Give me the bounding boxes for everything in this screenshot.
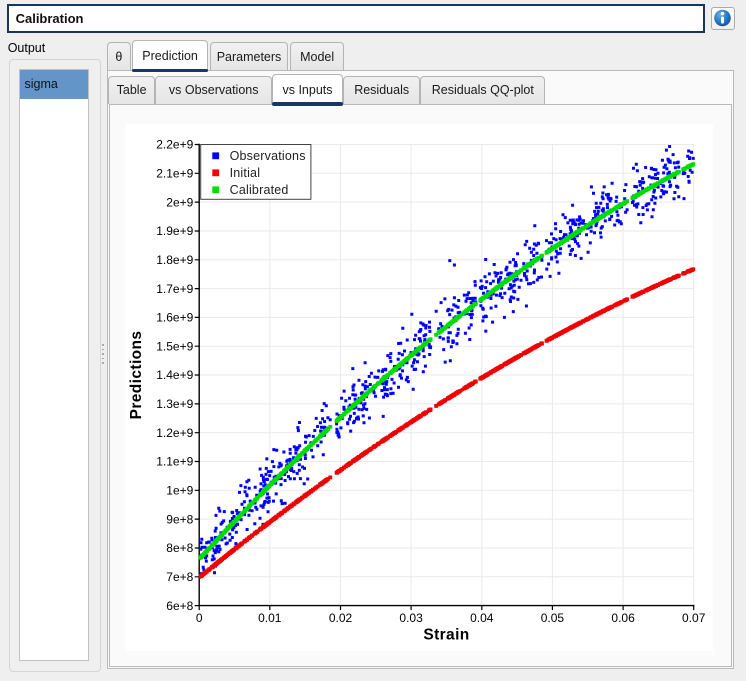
svg-text:1.1e+9: 1.1e+9 <box>156 454 193 468</box>
svg-text:1.3e+9: 1.3e+9 <box>156 397 193 411</box>
svg-text:9e+8: 9e+8 <box>166 512 193 526</box>
svg-text:1.5e+9: 1.5e+9 <box>156 339 193 353</box>
svg-text:0.02: 0.02 <box>329 611 353 625</box>
svg-text:Predictions: Predictions <box>128 330 145 419</box>
svg-text:Observations: Observations <box>229 149 305 163</box>
svg-text:Calibrated: Calibrated <box>229 183 288 197</box>
svg-text:1.2e+9: 1.2e+9 <box>156 426 193 440</box>
svg-text:6e+8: 6e+8 <box>166 598 193 612</box>
svg-text:0.06: 0.06 <box>611 611 635 625</box>
svg-text:2e+9: 2e+9 <box>166 195 193 209</box>
svg-text:7e+8: 7e+8 <box>166 570 193 584</box>
svg-text:1.8e+9: 1.8e+9 <box>156 253 193 267</box>
svg-text:0.01: 0.01 <box>258 611 282 625</box>
svg-text:8e+8: 8e+8 <box>166 541 193 555</box>
svg-text:1.9e+9: 1.9e+9 <box>156 224 193 238</box>
svg-text:0: 0 <box>196 611 203 625</box>
svg-text:0.04: 0.04 <box>470 611 494 625</box>
svg-text:0.03: 0.03 <box>399 611 423 625</box>
svg-text:1.6e+9: 1.6e+9 <box>156 310 193 324</box>
svg-text:1.7e+9: 1.7e+9 <box>156 281 193 295</box>
svg-text:0.07: 0.07 <box>682 611 706 625</box>
svg-text:1e+9: 1e+9 <box>166 483 193 497</box>
svg-text:Strain: Strain <box>423 626 469 643</box>
svg-text:Initial: Initial <box>229 166 260 180</box>
svg-text:0.05: 0.05 <box>540 611 564 625</box>
svg-text:1.4e+9: 1.4e+9 <box>156 368 193 382</box>
svg-text:2.1e+9: 2.1e+9 <box>156 166 193 180</box>
svg-text:2.2e+9: 2.2e+9 <box>156 137 193 151</box>
